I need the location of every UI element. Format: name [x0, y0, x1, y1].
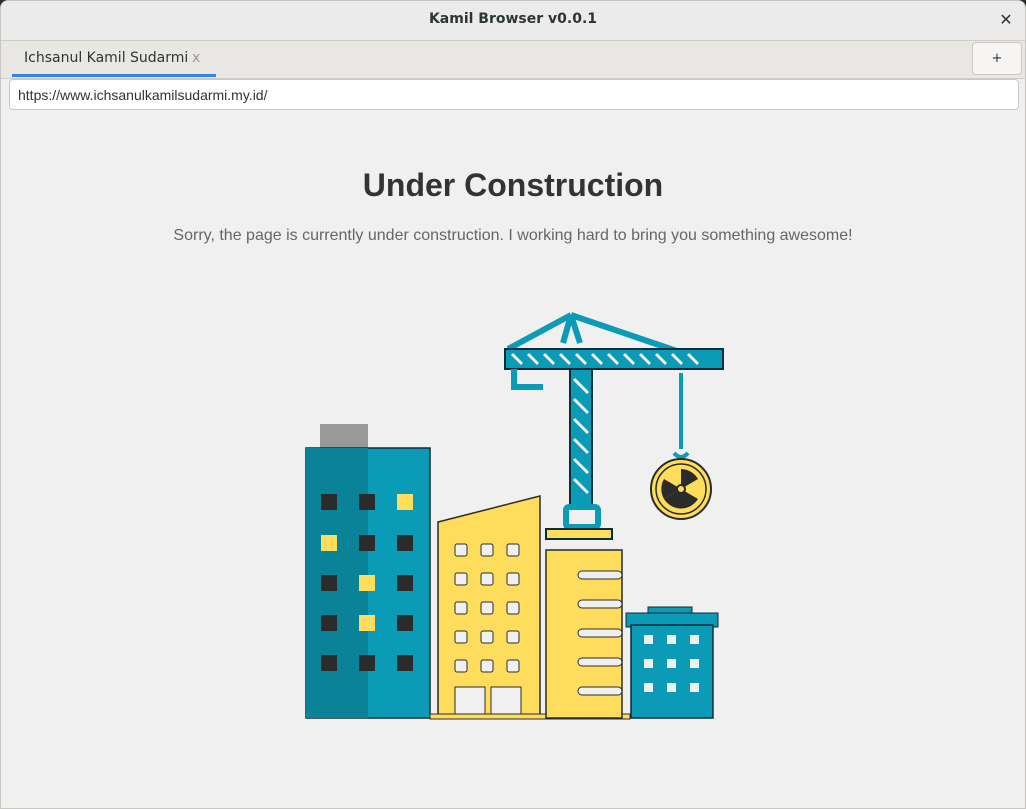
- window-title: Kamil Browser v0.0.1: [428, 11, 598, 27]
- striped-building-illustration: [545, 549, 623, 719]
- tab-ichsanul-kamil-sudarmi[interactable]: Ichsanul Kamil Sudarmi x: [12, 41, 216, 77]
- tab-label: Ichsanul Kamil Sudarmi: [24, 50, 189, 66]
- tab-close-button[interactable]: x: [192, 50, 200, 66]
- active-tab-indicator: [12, 74, 216, 77]
- construction-illustration: [305, 312, 724, 720]
- teal-building-illustration: [305, 424, 431, 719]
- tab-bar: Ichsanul Kamil Sudarmi x +: [1, 41, 1025, 79]
- address-bar[interactable]: [9, 79, 1019, 110]
- page-title: Under Construction: [362, 167, 664, 203]
- title-bar: Kamil Browser v0.0.1 ✕: [1, 1, 1025, 41]
- small-teal-building-illustration: [625, 606, 719, 719]
- browser-window: Kamil Browser v0.0.1 ✕ Ichsanul Kamil Su…: [0, 0, 1026, 809]
- page-content: Under Construction Sorry, the page is cu…: [3, 112, 1023, 808]
- window-close-button[interactable]: ✕: [995, 9, 1017, 31]
- radiation-icon: [650, 458, 712, 520]
- new-tab-button[interactable]: +: [972, 42, 1022, 75]
- page-subtitle: Sorry, the page is currently under const…: [173, 227, 853, 244]
